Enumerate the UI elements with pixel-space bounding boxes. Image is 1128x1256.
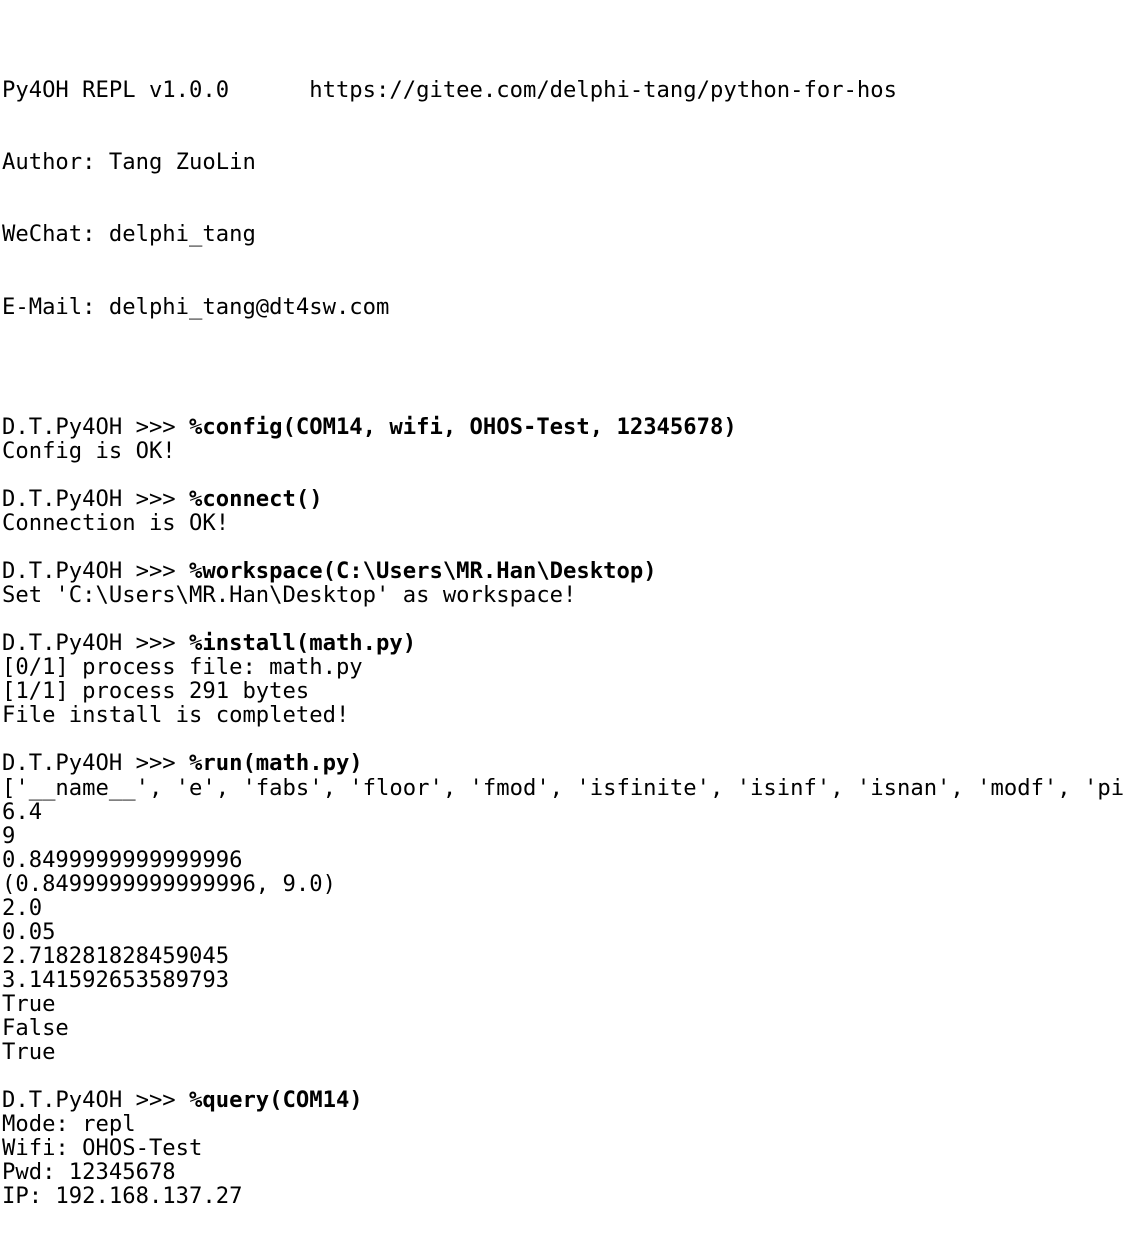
output-line: 9 (2, 822, 16, 849)
command-text-workspace[interactable]: %workspace(C:\Users\MR.Han\Desktop) (189, 558, 657, 584)
command-line-workspace[interactable]: D.T.Py4OH >>> %workspace(C:\Users\MR.Han… (2, 559, 1128, 583)
output-line: Connection is OK! (2, 509, 230, 536)
command-line-config[interactable]: D.T.Py4OH >>> %config(COM14, wifi, OHOS-… (2, 415, 1128, 439)
output-line: Set 'C:\Users\MR.Han\Desktop' as workspa… (2, 582, 577, 609)
banner-header-line: Py4OH REPL v1.0.0 https://gitee.com/delp… (2, 77, 897, 104)
command-text-run[interactable]: %run(math.py) (189, 750, 363, 776)
prompt-label: D.T.Py4OH >>> (2, 630, 190, 657)
prompt-label: D.T.Py4OH >>> (2, 558, 190, 585)
banner-wechat-line: WeChat: delphi_tang (2, 221, 256, 248)
prompt-label: D.T.Py4OH >>> (2, 1087, 190, 1114)
repl-session: D.T.Py4OH >>> %config(COM14, wifi, OHOS-… (2, 391, 1128, 1209)
banner-author-line: Author: Tang ZuoLin (2, 149, 256, 176)
command-line-install[interactable]: D.T.Py4OH >>> %install(math.py) (2, 631, 1128, 655)
output-line: 3.141592653589793 (2, 966, 230, 993)
command-text-install[interactable]: %install(math.py) (189, 630, 416, 656)
banner-email-line: E-Mail: delphi_tang@dt4sw.com (2, 293, 390, 320)
command-text-config[interactable]: %config(COM14, wifi, OHOS-Test, 12345678… (189, 414, 737, 440)
terminal-output-area[interactable]: Py4OH REPL v1.0.0 https://gitee.com/delp… (0, 0, 1128, 1208)
output-line: 2.0 (2, 894, 43, 921)
output-line: Mode: repl (2, 1111, 136, 1138)
output-line: Pwd: 12345678 (2, 1159, 176, 1186)
command-line-run[interactable]: D.T.Py4OH >>> %run(math.py) (2, 751, 1128, 775)
command-line-query[interactable]: D.T.Py4OH >>> %query(COM14) (2, 1088, 1128, 1112)
output-line: [1/1] process 291 bytes (2, 678, 310, 705)
output-line: Config is OK! (2, 437, 176, 464)
output-line: False (2, 1014, 69, 1041)
output-line: 0.05 (2, 918, 56, 945)
output-line: 2.718281828459045 (2, 942, 230, 969)
output-line: IP: 192.168.137.27 (2, 1183, 243, 1210)
command-line-connect[interactable]: D.T.Py4OH >>> %connect() (2, 487, 1128, 511)
command-text-connect[interactable]: %connect() (189, 486, 323, 512)
prompt-label: D.T.Py4OH >>> (2, 413, 190, 440)
output-line: 6.4 (2, 798, 43, 825)
output-line: [0/1] process file: math.py (2, 654, 363, 681)
output-line: (0.8499999999999996, 9.0) (2, 870, 336, 897)
output-line: File install is completed! (2, 702, 350, 729)
prompt-label: D.T.Py4OH >>> (2, 485, 190, 512)
output-line: True (2, 1039, 56, 1066)
output-line: True (2, 990, 56, 1017)
output-line: Wifi: OHOS-Test (2, 1135, 203, 1162)
output-line: ['__name__', 'e', 'fabs', 'floor', 'fmod… (2, 774, 1128, 801)
prompt-label: D.T.Py4OH >>> (2, 750, 190, 777)
command-text-query[interactable]: %query(COM14) (189, 1087, 363, 1113)
output-line: 0.8499999999999996 (2, 846, 243, 873)
